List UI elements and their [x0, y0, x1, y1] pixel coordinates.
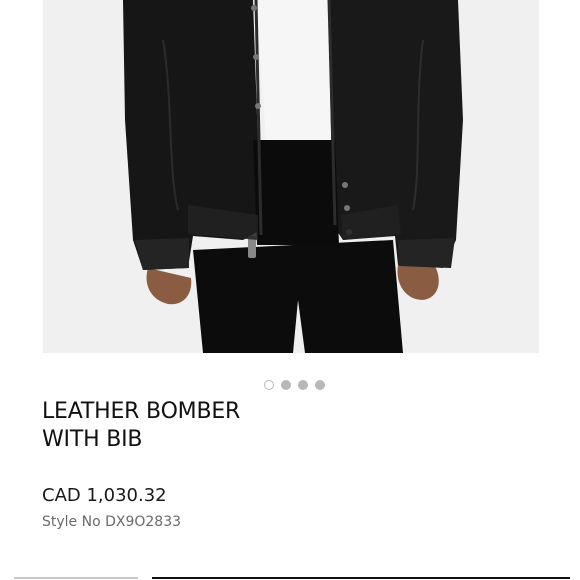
image-carousel-dots [0, 380, 580, 392]
jacket-photo [43, 0, 539, 353]
carousel-dot-2[interactable] [280, 380, 291, 390]
carousel-dot-4[interactable] [314, 380, 325, 390]
product-image[interactable] [43, 0, 539, 353]
carousel-dot-1[interactable] [263, 380, 274, 390]
product-title: LEATHER BOMBER WITH BIB [42, 398, 342, 454]
product-title-line-2: WITH BIB [42, 427, 143, 452]
product-page: LEATHER BOMBER WITH BIB CAD 1,030.32 Sty… [0, 0, 580, 580]
product-price: CAD 1,030.32 [42, 485, 167, 506]
product-title-line-1: LEATHER BOMBER [42, 399, 241, 424]
carousel-dot-3[interactable] [297, 380, 308, 390]
style-number: Style No DX9O2833 [42, 514, 182, 530]
